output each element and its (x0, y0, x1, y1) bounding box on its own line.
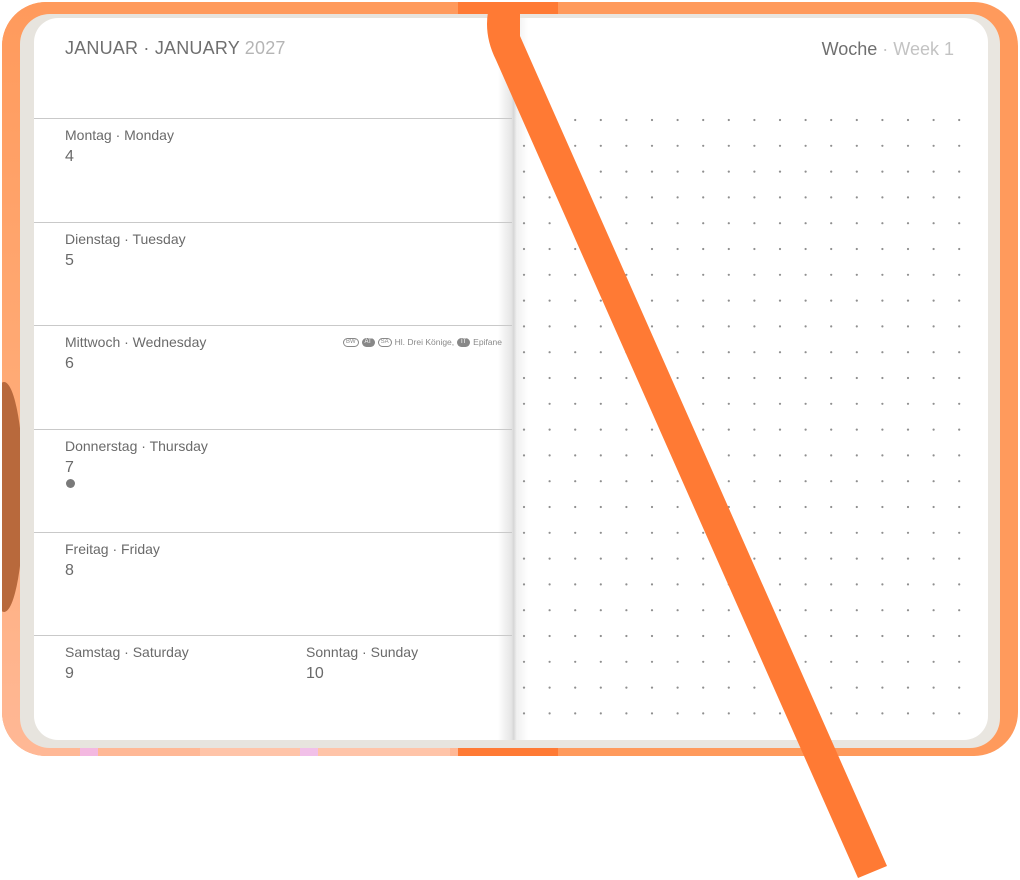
ribbon-bookmark (487, 12, 887, 878)
